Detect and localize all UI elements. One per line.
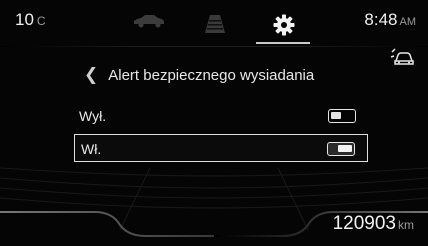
toggle-knob <box>338 145 352 152</box>
road-icon <box>205 15 225 33</box>
back-chevron-icon[interactable]: ❮ <box>84 65 98 85</box>
clock-time: 8:48 <box>364 10 398 29</box>
odometer-value: 120903 <box>332 213 396 234</box>
option-off-label: Wył. <box>79 108 107 124</box>
active-tab-indicator <box>256 42 310 44</box>
odometer-unit: km <box>398 218 414 232</box>
option-off-row[interactable]: Wył. <box>76 104 366 128</box>
toggle-off-switch[interactable] <box>328 109 356 123</box>
clock-suffix: AM <box>399 16 417 28</box>
tab-driving-assist[interactable] <box>191 14 239 40</box>
option-on-row[interactable]: Wł. <box>74 134 368 162</box>
outside-temperature: 10 C <box>15 10 46 30</box>
gear-icon <box>273 14 295 36</box>
toggle-knob <box>331 112 341 119</box>
clock: 8:48 AM <box>364 10 416 30</box>
safe-exit-warning-icon <box>390 46 416 71</box>
toggle-on-switch[interactable] <box>327 142 355 156</box>
temperature-unit: C <box>36 14 46 28</box>
option-on-label: Wł. <box>81 141 102 157</box>
tab-bar-divider <box>0 46 428 47</box>
tab-vehicle[interactable] <box>125 14 173 40</box>
cluster-display: 10 C 8:48 AM ❮ Alert bezpiecznego wysiad… <box>0 0 428 246</box>
car-icon <box>134 15 164 28</box>
tab-settings[interactable] <box>260 14 308 40</box>
menu-title: Alert bezpiecznego wysiadania <box>108 66 315 84</box>
temperature-value: 10 <box>15 10 34 29</box>
odometer: 120903 km <box>333 213 414 235</box>
menu-header: ❮ Alert bezpiecznego wysiadania <box>84 65 314 85</box>
